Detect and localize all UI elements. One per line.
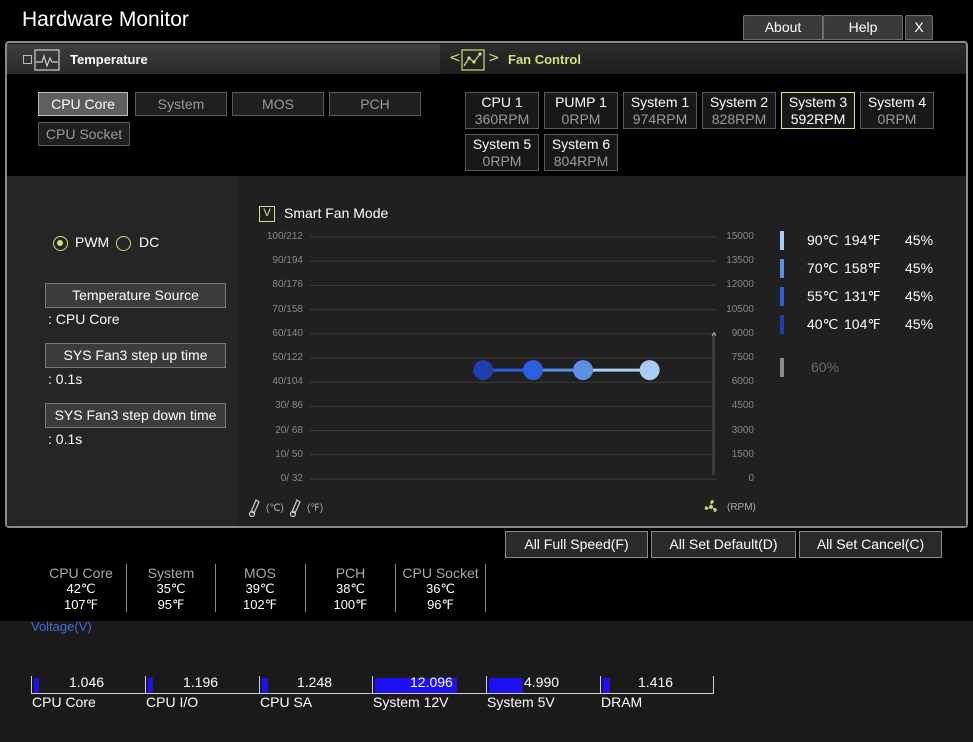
legend-3-pct: 45% (905, 288, 934, 304)
legend-4-pct: 45% (905, 316, 934, 332)
voltage-bar-fill (262, 678, 268, 693)
voltage-bar-tick (31, 676, 32, 694)
legend-current-pct: 60% (811, 359, 840, 375)
temp-reading-pch: PCH 38℃ 100℉ (333, 565, 368, 613)
voltage-value: 1.416 (638, 674, 674, 690)
unit-rpm: (RPM) (727, 502, 756, 513)
fan-icon (704, 499, 717, 512)
temp-reading-cpu-socket: CPU Socket 36℃ 96℉ (402, 565, 479, 613)
legend-bar-2 (780, 259, 784, 278)
voltage-bar-tick (713, 676, 714, 694)
legend-2-pct: 45% (905, 260, 934, 276)
legend-3-f: 131℉ (844, 288, 881, 304)
legend-2-c: 70℃ (807, 260, 839, 276)
legend-1-f: 194℉ (844, 232, 881, 248)
voltage-label: DRAM (601, 694, 643, 710)
legend-bar-current (780, 358, 784, 377)
voltage-label: CPU I/O (146, 694, 199, 710)
curve-point-handle[interactable] (573, 360, 594, 381)
voltage-bar-fill (603, 678, 610, 693)
voltage-label: System 5V (487, 694, 555, 710)
voltage-value: 1.196 (183, 674, 219, 690)
voltage-bar-tick (259, 676, 260, 694)
voltage-bar-tick (600, 676, 601, 694)
voltage-bar-tick (145, 676, 146, 694)
voltage-value: 1.046 (69, 674, 105, 690)
voltage-value: 12.096 (410, 674, 453, 690)
divider (485, 564, 486, 612)
thermometer-fahrenheit-icon (289, 499, 301, 518)
curve-point-handle[interactable] (473, 360, 494, 381)
legend-1-c: 90℃ (807, 232, 839, 248)
voltage-label: CPU SA (260, 694, 313, 710)
legend-bar-1 (780, 231, 784, 250)
legend-2-f: 158℉ (844, 260, 881, 276)
legend-1-pct: 45% (905, 232, 934, 248)
voltage-value: 4.990 (524, 674, 560, 690)
thermometer-celsius-icon (248, 499, 260, 518)
voltage-bar-tick (486, 676, 487, 694)
voltage-bar-fill (34, 678, 39, 693)
voltage-value: 1.248 (297, 674, 333, 690)
voltage-bar-tick (372, 676, 373, 694)
curve-point-handle[interactable] (523, 360, 544, 381)
voltage-label: System 12V (373, 694, 449, 710)
unit-celsius: (℃) (266, 503, 284, 514)
legend-3-c: 55℃ (807, 288, 839, 304)
all-set-default-button[interactable]: All Set Default(D) (651, 531, 796, 558)
legend-bar-3 (780, 287, 784, 306)
voltage-bar-fill (148, 678, 153, 693)
legend-4-f: 104℉ (844, 316, 881, 332)
legend-4-c: 40℃ (807, 316, 839, 332)
voltage-label: CPU Core (32, 694, 96, 710)
all-set-cancel-button[interactable]: All Set Cancel(C) (799, 531, 942, 558)
curve-point-handle[interactable] (639, 360, 660, 381)
voltage-bar-fill (489, 678, 523, 693)
all-full-speed-button[interactable]: All Full Speed(F) (505, 531, 648, 558)
current-level-indicator (712, 333, 715, 475)
temp-reading-cpu-core: CPU Core 42℃ 107℉ (49, 565, 113, 613)
voltage-title: Voltage(V) (31, 619, 92, 634)
temp-reading-system: System 35℃ 95℉ (147, 565, 195, 613)
temp-reading-mos: MOS 39℃ 102℉ (242, 565, 278, 613)
unit-fahrenheit: (℉) (307, 503, 324, 514)
legend-bar-4 (780, 315, 784, 334)
